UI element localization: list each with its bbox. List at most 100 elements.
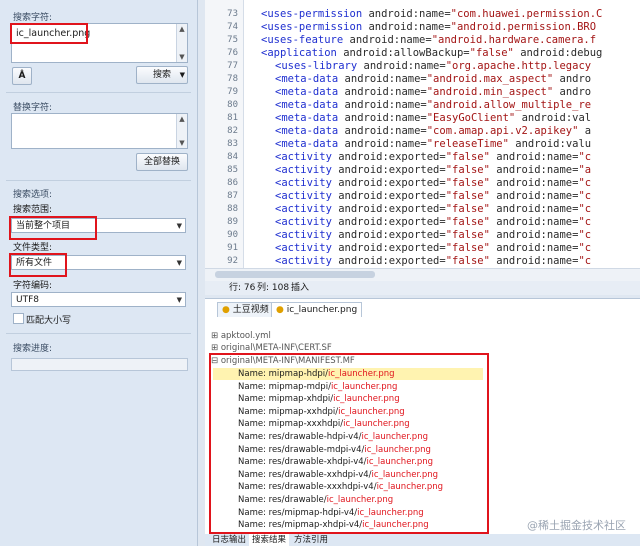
code-editor[interactable]: 73 <uses-permission android:name="com.hua… xyxy=(205,0,640,268)
code-token: "c xyxy=(578,242,592,254)
progress-label: 搜索进度: xyxy=(13,344,53,354)
match-case-label: 匹配大小写 xyxy=(26,316,72,326)
search-input-scrollbar[interactable]: ▲ ▼ xyxy=(176,24,187,62)
search-label: 搜索字符: xyxy=(13,13,53,23)
code-token: android:name= xyxy=(349,34,432,46)
divider xyxy=(6,333,191,334)
watermark: @稀土掘金技术社区 xyxy=(527,519,626,532)
tree-node-label: apktool.yml xyxy=(220,331,271,341)
line-number: 83 xyxy=(227,139,238,149)
match-case-checkbox[interactable] xyxy=(13,313,24,324)
code-token: android:name= xyxy=(344,86,427,98)
line-number: 77 xyxy=(227,61,238,71)
code-token: android:name= xyxy=(344,73,427,85)
code-text: <uses-permission android:name="android.p… xyxy=(261,21,596,34)
line-number: 85 xyxy=(227,165,238,175)
code-token: <meta-data xyxy=(275,99,345,111)
code-token: "false" xyxy=(445,216,497,228)
code-token: <meta-data xyxy=(275,112,345,124)
code-token: android:name= xyxy=(496,255,579,267)
code-token: <activity xyxy=(275,255,339,267)
divider xyxy=(6,180,191,181)
highlight-box xyxy=(209,353,489,534)
code-token: <activity xyxy=(275,242,339,254)
code-token: "false" xyxy=(445,242,497,254)
code-token: "c xyxy=(578,151,592,163)
editor-horizontal-scrollbar[interactable] xyxy=(205,268,640,281)
replace-input-scrollbar[interactable]: ▲ ▼ xyxy=(176,114,187,148)
line-number: 74 xyxy=(227,22,238,32)
search-options-label: 搜索选项: xyxy=(13,190,53,200)
code-token: "org.apache.http.legacy xyxy=(445,60,592,72)
code-token: android:name= xyxy=(496,164,579,176)
code-text: <meta-data android:name="android.allow_m… xyxy=(275,99,591,112)
code-token: android:name= xyxy=(363,60,446,72)
scroll-thumb[interactable] xyxy=(215,271,375,278)
code-token: "c xyxy=(578,177,592,189)
code-token: android:name= xyxy=(496,229,579,241)
scroll-up-icon[interactable]: ▲ xyxy=(178,115,186,123)
line-number: 92 xyxy=(227,256,238,266)
code-token: android:name= xyxy=(368,21,451,33)
code-text: <uses-permission android:name="com.huawe… xyxy=(261,8,602,21)
tab-log-output[interactable]: 日志输出 xyxy=(209,534,249,546)
search-panel: 搜索字符: ic_launcher.png ▲ ▼ Å 搜索 ▼ 替换字符: ▲… xyxy=(0,0,198,546)
code-token: android:valu xyxy=(515,138,592,150)
code-token: android:debug xyxy=(520,47,603,59)
code-text: <activity android:exported="false" andro… xyxy=(275,190,591,203)
tab-method-references[interactable]: 方法引用 xyxy=(291,534,331,546)
code-token: "android.allow_multiple_re xyxy=(426,99,592,111)
replace-all-button[interactable]: 全部替换 xyxy=(136,153,188,171)
line-number: 91 xyxy=(227,243,238,253)
code-text: <application android:allowBackup="false"… xyxy=(261,47,602,60)
tree-node[interactable]: ⊞ apktool.yml xyxy=(211,330,271,342)
chevron-down-icon: ▼ xyxy=(176,296,182,304)
code-token: <activity xyxy=(275,164,339,176)
code-token: android:name= xyxy=(496,190,579,202)
encoding-select[interactable]: UTF8 ▼ xyxy=(11,292,186,307)
line-number: 75 xyxy=(227,35,238,45)
line-number: 80 xyxy=(227,100,238,110)
scroll-down-icon[interactable]: ▼ xyxy=(178,53,186,61)
scope-label: 搜索范围: xyxy=(13,205,53,215)
code-token: android:exported= xyxy=(338,151,446,163)
status-col: 列: 108 xyxy=(257,283,290,293)
code-token: android:exported= xyxy=(338,190,446,202)
code-token: "false" xyxy=(445,229,497,241)
tab-ic-launcher[interactable]: ● ic_launcher.png xyxy=(271,302,363,317)
code-token: "false" xyxy=(445,177,497,189)
code-token: "android.permission.BRO xyxy=(450,21,597,33)
tab-search-results[interactable]: 搜索结果 xyxy=(249,534,290,546)
scroll-down-icon[interactable]: ▼ xyxy=(178,139,186,147)
highlight-box xyxy=(10,23,88,44)
line-number: 76 xyxy=(227,48,238,58)
highlight-box xyxy=(9,253,67,277)
search-button[interactable]: 搜索 ▼ xyxy=(136,66,188,84)
code-token: <activity xyxy=(275,229,339,241)
code-text: <activity android:exported="false" andro… xyxy=(275,216,591,229)
code-token: "android.hardware.camera.f xyxy=(431,34,597,46)
code-token: "false" xyxy=(445,203,497,215)
code-token: "a xyxy=(578,164,592,176)
code-text: <meta-data android:name="android.min_asp… xyxy=(275,86,591,99)
code-token: "false" xyxy=(445,151,497,163)
font-icon: Å xyxy=(18,71,26,81)
line-number: 78 xyxy=(227,74,238,84)
code-text: <activity android:exported="false" andro… xyxy=(275,242,591,255)
code-token: android:name= xyxy=(496,177,579,189)
scroll-up-icon[interactable]: ▲ xyxy=(178,25,186,33)
code-text: <activity android:exported="false" andro… xyxy=(275,164,591,177)
code-token: "android.min_aspect" xyxy=(426,86,560,98)
search-button-label: 搜索 xyxy=(152,70,171,80)
code-text: <activity android:exported="false" andro… xyxy=(275,151,591,164)
code-token: android:name= xyxy=(496,151,579,163)
tab-tudou-video[interactable]: ● 土豆视频 xyxy=(217,302,274,317)
font-option-button[interactable]: Å xyxy=(12,67,32,85)
search-results-panel: ● 土豆视频 ● ic_launcher.png ⊞ apktool.yml ⊞… xyxy=(205,298,640,535)
replace-input[interactable]: ▲ ▼ xyxy=(11,113,188,149)
code-token: <meta-data xyxy=(275,73,345,85)
tree-node-label: original\META-INF\CERT.SF xyxy=(220,343,332,353)
line-number: 81 xyxy=(227,113,238,123)
encoding-value: UTF8 xyxy=(16,295,39,305)
code-token: android:exported= xyxy=(338,255,446,267)
